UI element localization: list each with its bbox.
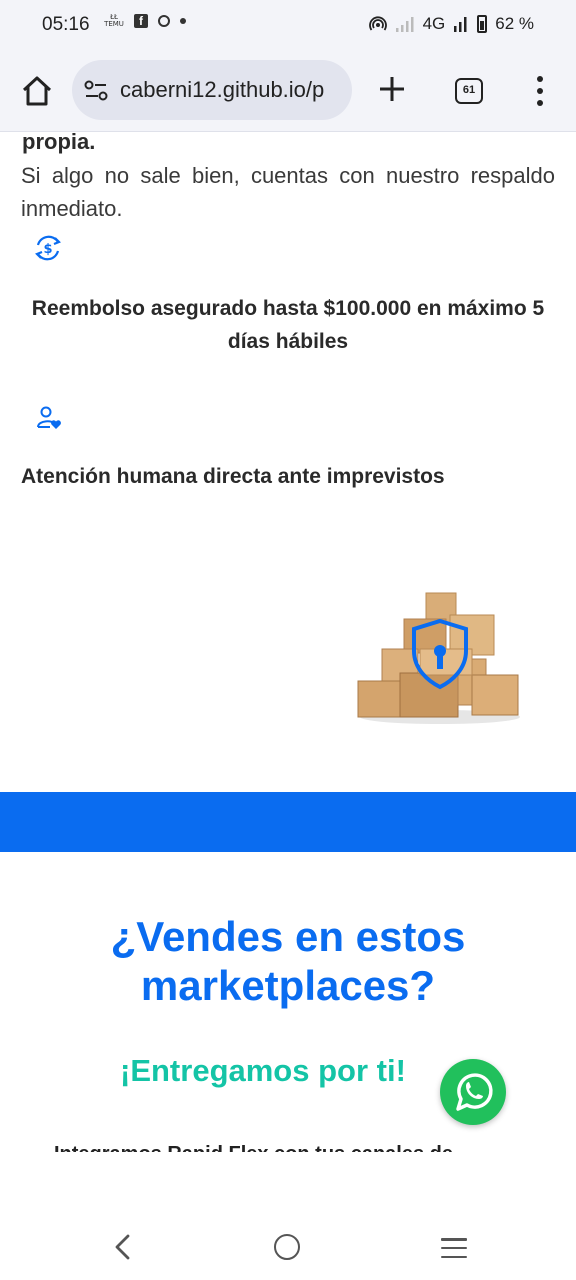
battery-icon bbox=[477, 15, 488, 33]
feature-refund: Reembolso asegurado hasta $100.000 en má… bbox=[31, 297, 545, 353]
system-navigation-bar bbox=[0, 1210, 576, 1280]
new-tab-icon[interactable] bbox=[377, 74, 407, 104]
marketplaces-heading: ¿Vendes en estos marketplaces? bbox=[110, 913, 466, 1009]
temu-notification-icon: ŁŁ TEMU bbox=[104, 13, 124, 28]
integration-text-cut: Integramos Rapid Flex con tus canales de bbox=[54, 1144, 453, 1152]
svg-text:$: $ bbox=[43, 242, 52, 257]
section-heading-cut: propia. bbox=[22, 133, 96, 154]
network-type: 4G bbox=[422, 14, 446, 33]
app-notification-icon bbox=[158, 15, 170, 27]
web-page: propia. Si algo no sale bien, cuentas co… bbox=[0, 133, 576, 1210]
site-settings-icon[interactable] bbox=[84, 80, 110, 102]
url-text[interactable]: caberni12.github.io/p bbox=[120, 77, 324, 103]
home-icon[interactable] bbox=[20, 74, 54, 108]
system-status: 4G 62 % bbox=[368, 14, 534, 34]
blue-divider-band bbox=[0, 792, 576, 852]
marketplaces-subheading: ¡Entregamos por ti! bbox=[120, 1053, 406, 1088]
status-time: 05:16 bbox=[42, 14, 90, 35]
whatsapp-icon bbox=[456, 1073, 493, 1111]
guarantee-description: Si algo no sale bien, cuentas con nuestr… bbox=[21, 163, 555, 221]
browser-toolbar: caberni12.github.io/p 61 bbox=[0, 50, 576, 132]
home-nav-icon[interactable] bbox=[274, 1234, 300, 1260]
battery-level: 62 % bbox=[495, 14, 534, 33]
address-bar[interactable]: caberni12.github.io/p bbox=[72, 60, 352, 120]
browser-menu-icon[interactable] bbox=[532, 76, 548, 106]
status-bar: 05:16 ŁŁ TEMU f 4G 62 % bbox=[0, 0, 576, 50]
notification-icons: ŁŁ TEMU f bbox=[104, 14, 186, 28]
signal-weak-icon bbox=[395, 17, 414, 32]
secure-boxes-illustration bbox=[357, 592, 520, 724]
person-heart-icon bbox=[37, 406, 61, 429]
signal-icon bbox=[454, 17, 467, 32]
refund-cycle-icon: $ bbox=[35, 235, 61, 261]
tab-switcher-button[interactable]: 61 bbox=[455, 78, 483, 104]
whatsapp-button[interactable] bbox=[440, 1059, 506, 1125]
hotspot-icon bbox=[368, 16, 387, 31]
feature-support: Atención humana directa ante imprevistos bbox=[21, 465, 445, 488]
back-icon[interactable] bbox=[110, 1232, 136, 1262]
facebook-notification-icon: f bbox=[134, 14, 148, 28]
more-notifications-dot-icon bbox=[180, 18, 186, 24]
recent-apps-icon[interactable] bbox=[441, 1238, 467, 1258]
